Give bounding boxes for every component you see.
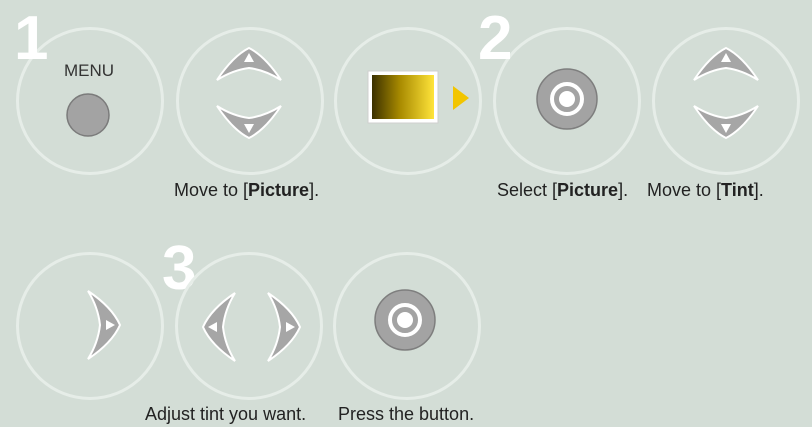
caption-move-to-tint: Move to [Tint]. <box>647 180 764 200</box>
caption-press-button: Press the button. <box>338 404 475 424</box>
step-number-1: 1 <box>14 4 49 73</box>
step-number-2: 2 <box>478 4 513 73</box>
caption-adjust-tint: Adjust tint you want. <box>145 404 307 424</box>
menu-button-icon[interactable] <box>65 92 111 138</box>
left-arrow-icon[interactable] <box>201 289 243 365</box>
up-arrow-icon-2[interactable] <box>690 46 762 88</box>
caption-move-to-picture: Move to [Picture]. <box>174 180 320 200</box>
menu-label: MENU <box>64 61 115 80</box>
down-arrow-icon-2[interactable] <box>690 98 762 140</box>
ok-button-icon-2[interactable] <box>373 288 437 352</box>
right-pointer-icon <box>453 86 469 110</box>
right-arrow-icon-2[interactable] <box>260 289 302 365</box>
down-arrow-icon[interactable] <box>213 98 285 140</box>
right-arrow-icon[interactable] <box>80 287 122 363</box>
ok-button-icon[interactable] <box>535 67 599 131</box>
caption-select-picture: Select [Picture]. <box>497 180 629 200</box>
up-arrow-icon[interactable] <box>213 46 285 88</box>
